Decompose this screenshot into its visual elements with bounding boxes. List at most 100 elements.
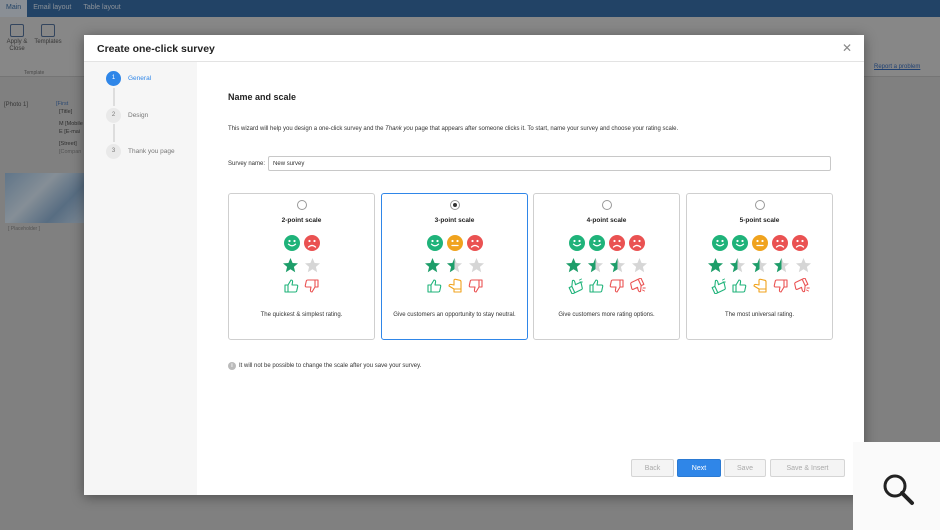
- smiley-face-icon: [711, 235, 728, 251]
- thumb-side-icon: [447, 278, 463, 294]
- star-row: [534, 257, 679, 274]
- scale-card-3-point[interactable]: 3-point scale Give customers an opportuni…: [381, 193, 528, 340]
- step-design[interactable]: 2 Design: [106, 107, 148, 123]
- scale-description: Give customers an opportunity to stay ne…: [393, 312, 516, 318]
- thumb-up-icon: [731, 278, 747, 294]
- survey-dialog: Create one-click survey ✕ 1 General 2 De…: [84, 35, 864, 495]
- scale-title: 5-point scale: [739, 217, 780, 224]
- star-full-icon: [424, 257, 441, 274]
- scale-description: The most universal rating.: [724, 312, 795, 318]
- step-general[interactable]: 1 General: [106, 70, 151, 86]
- smiley-face-icon: [283, 235, 300, 251]
- neutral-face-icon: [446, 235, 463, 251]
- star-row: [229, 257, 374, 274]
- smiley-face-icon: [568, 235, 585, 251]
- emoji-row: [382, 235, 527, 251]
- star-half-icon: [587, 257, 604, 274]
- thumb-rockdown-icon: [630, 277, 646, 294]
- note-text: It will not be possible to change the sc…: [239, 363, 422, 369]
- emoji-row: [687, 235, 832, 251]
- sad-face-icon: [608, 235, 625, 251]
- star-empty-icon: [631, 257, 648, 274]
- thumb-row: [229, 278, 374, 294]
- scale-radio[interactable]: [755, 200, 765, 210]
- smiley-face-icon: [426, 235, 443, 251]
- sad-face-icon: [466, 235, 483, 251]
- star-empty-icon: [304, 257, 321, 274]
- star-half-icon: [609, 257, 626, 274]
- thumb-up-icon: [426, 278, 442, 294]
- survey-name-input[interactable]: [268, 156, 832, 171]
- wizard-content: Name and scale This wizard will help you…: [228, 92, 833, 370]
- thumb-rock-icon: [710, 278, 726, 295]
- scale-title: 2-point scale: [281, 217, 322, 224]
- scale-note: i It will not be possible to change the …: [228, 362, 421, 370]
- star-empty-icon: [795, 257, 812, 274]
- thumb-rock-icon: [567, 278, 583, 295]
- thumb-up-icon: [588, 278, 604, 294]
- thumb-down-icon: [304, 278, 320, 294]
- info-icon: i: [228, 362, 236, 370]
- step-label: Design: [128, 111, 149, 119]
- thumb-up-icon: [283, 278, 299, 294]
- survey-name-label: Survey name:: [228, 160, 266, 167]
- section-heading: Name and scale: [228, 92, 297, 102]
- star-full-icon: [565, 257, 582, 274]
- star-half-icon: [729, 257, 746, 274]
- thumb-row: [687, 277, 832, 295]
- search-icon: [883, 474, 914, 505]
- wizard-steps: 1 General 2 Design 3 Thank you page: [84, 62, 197, 495]
- back-button[interactable]: Back: [631, 459, 674, 477]
- sad-face-icon: [628, 235, 645, 251]
- star-full-icon: [707, 257, 724, 274]
- thumb-row: [382, 278, 527, 294]
- star-half-icon: [751, 257, 768, 274]
- zoom-search-panel[interactable]: [853, 442, 940, 530]
- emoji-row: [229, 235, 374, 251]
- save-insert-button[interactable]: Save & Insert: [770, 459, 845, 477]
- step-connector: [113, 124, 115, 142]
- neutral-face-icon: [751, 235, 768, 251]
- scale-title: 4-point scale: [586, 217, 627, 224]
- step-connector: [113, 88, 115, 106]
- star-half-icon: [773, 257, 790, 274]
- scale-radio[interactable]: [297, 200, 307, 210]
- star-empty-icon: [468, 257, 485, 274]
- scale-card-2-point[interactable]: 2-point scale The quickest & simplest rat…: [228, 193, 375, 340]
- star-full-icon: [282, 257, 299, 274]
- scale-card-4-point[interactable]: 4-point scale Give customers more rating …: [533, 193, 680, 340]
- star-row: [687, 257, 832, 274]
- sad-face-icon: [791, 235, 808, 251]
- intro-text: This wizard will help you design a one-c…: [228, 126, 679, 132]
- scale-card-5-point[interactable]: 5-point scale The most universal rating.: [686, 193, 833, 340]
- thumb-down-icon: [773, 278, 789, 294]
- thumb-down-icon: [609, 278, 625, 294]
- dialog-title: Create one-click survey: [97, 43, 215, 55]
- step-label: General: [128, 74, 152, 82]
- star-row: [382, 257, 527, 274]
- dialog-divider: [84, 61, 864, 62]
- step-number: 1: [106, 70, 121, 86]
- scale-title: 3-point scale: [434, 217, 475, 224]
- emoji-row: [534, 235, 679, 251]
- thumb-down-icon: [468, 278, 484, 294]
- step-label: Thank you page: [128, 147, 175, 155]
- scale-radio[interactable]: [450, 200, 460, 210]
- thumb-rockdown-icon: [793, 277, 810, 294]
- close-icon[interactable]: ✕: [842, 41, 852, 55]
- sad-face-icon: [771, 235, 788, 251]
- scale-description: Give customers more rating options.: [558, 312, 655, 318]
- survey-name-row: Survey name:: [228, 156, 832, 171]
- step-number: 3: [106, 143, 121, 159]
- scale-description: The quickest & simplest rating.: [260, 312, 343, 318]
- save-button[interactable]: Save: [724, 459, 766, 477]
- thumb-row: [534, 277, 679, 295]
- step-thank-you[interactable]: 3 Thank you page: [106, 143, 175, 159]
- sad-face-icon: [303, 235, 320, 251]
- thumb-side-icon: [752, 278, 768, 294]
- smiley-face-icon: [731, 235, 748, 251]
- scale-radio[interactable]: [602, 200, 612, 210]
- next-button[interactable]: Next: [677, 459, 721, 477]
- smiley-face-icon: [588, 235, 605, 251]
- step-number: 2: [106, 107, 121, 123]
